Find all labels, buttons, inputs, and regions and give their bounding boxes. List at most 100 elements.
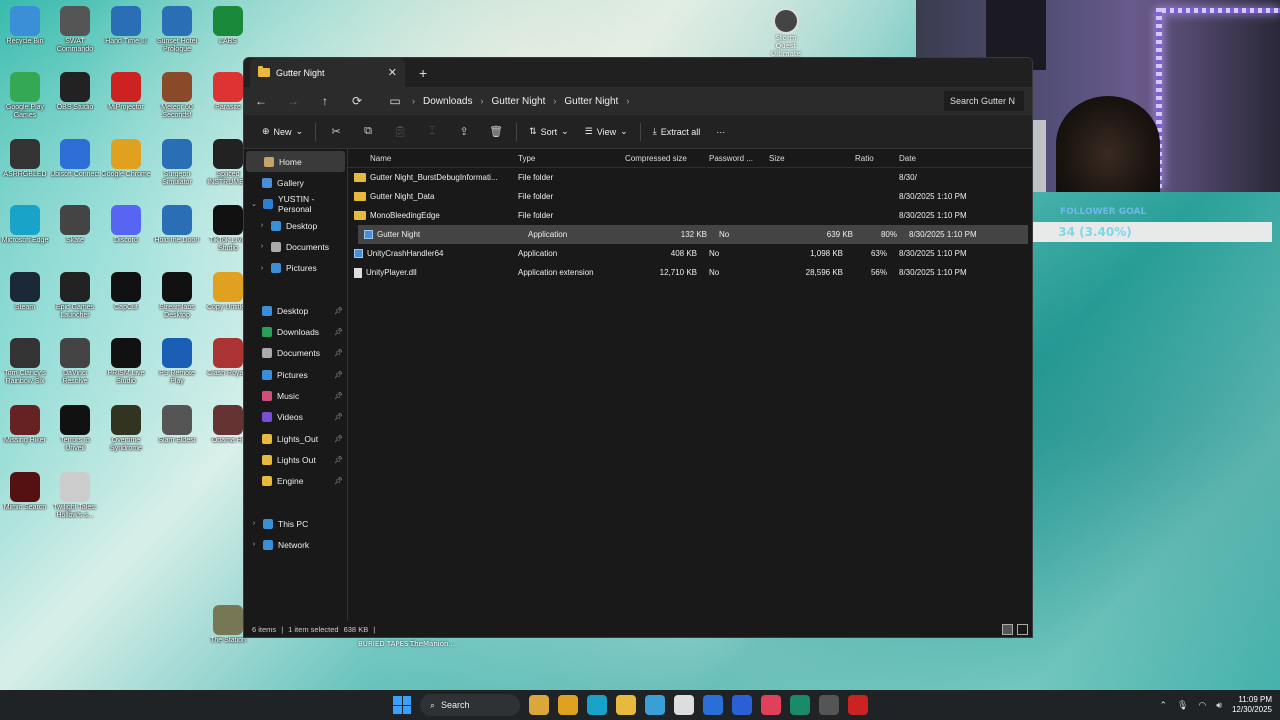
nav-item-downloads[interactable]: Downloads 📌︎	[244, 321, 347, 342]
taskbar-app-icon[interactable]	[616, 695, 636, 715]
taskbar-search[interactable]: ⌕ Search	[420, 694, 520, 716]
desktop-icon[interactable]: LABS	[203, 6, 253, 54]
nav-item-desktop[interactable]: Desktop 📌︎	[244, 300, 347, 321]
taskbar-app-icon[interactable]	[558, 695, 578, 715]
desktop-icon[interactable]: Tom Clancy's Rainbow Six	[0, 338, 50, 386]
microphone-icon[interactable]: 🎙︎	[1177, 700, 1188, 711]
taskbar-app-icon[interactable]	[732, 695, 752, 715]
desktop-icon[interactable]: Meteor 60 Seconds!	[152, 72, 202, 120]
nav-item-videos[interactable]: Videos 📌︎	[244, 407, 347, 428]
more-options-button[interactable]: ···	[708, 120, 733, 144]
desktop-icon[interactable]: Mimic Search	[0, 472, 50, 520]
nav-item-lights-out[interactable]: Lights Out 📌︎	[244, 449, 347, 470]
desktop-icon[interactable]: Terrors to Unveil	[50, 405, 100, 453]
nav-item-desktop[interactable]: › Desktop	[244, 215, 347, 236]
chevron-up-icon[interactable]: ⌃	[1159, 700, 1167, 711]
view-location-icon[interactable]: ▭	[386, 94, 404, 108]
refresh-button[interactable]: ⟳	[348, 94, 366, 108]
taskbar-app-icon[interactable]	[848, 695, 868, 715]
desktop-icon[interactable]: Sunset Hotel Prologue	[152, 6, 202, 54]
copy-icon[interactable]: ⧉	[360, 125, 376, 138]
taskbar-app-icon[interactable]	[703, 695, 723, 715]
nav-item-network[interactable]: › Network	[244, 534, 347, 555]
taskbar-app-icon[interactable]	[819, 695, 839, 715]
desktop-icon[interactable]: Recycle Bin	[0, 6, 50, 54]
share-icon[interactable]: ⇪	[456, 125, 472, 138]
desktop-icon[interactable]: DaVinci Resolve	[50, 338, 100, 386]
delete-icon[interactable]: 🗑︎	[488, 125, 504, 138]
column-header[interactable]: Ratio	[849, 154, 893, 163]
breadcrumb-gutter-night-inner[interactable]: Gutter Night	[564, 96, 618, 107]
tiles-view-icon[interactable]	[1017, 624, 1028, 635]
view-button[interactable]: ☰ View ⌄	[577, 120, 636, 144]
desktop-icon[interactable]: Ubisoft Connect	[50, 139, 100, 187]
nav-item-gallery[interactable]: Gallery	[244, 172, 347, 193]
taskbar-app-icon[interactable]	[761, 695, 781, 715]
column-header[interactable]: Password ...	[703, 154, 763, 163]
table-row[interactable]: UnityPlayer.dll Application extension 12,7…	[348, 263, 1032, 282]
nav-item-lights-out[interactable]: Lights_Out 📌︎	[244, 428, 347, 449]
table-row[interactable]: Gutter Night_Data File folder 8/30/2025 1:…	[348, 187, 1032, 206]
search-input[interactable]: Search Gutter N	[944, 91, 1024, 111]
desktop-icon[interactable]: Hand Time III	[101, 6, 151, 54]
nav-item-this-pc[interactable]: › This PC	[244, 513, 347, 534]
desktop-icon[interactable]: PS Remote Play	[152, 338, 202, 386]
chevron-right-icon[interactable]: ›	[250, 541, 258, 548]
desktop-icon[interactable]: MiProjector	[101, 72, 151, 120]
new-button[interactable]: ⊕ New ⌄	[254, 120, 311, 144]
up-button[interactable]: ↑	[316, 94, 334, 108]
desktop-icon[interactable]: Hold the Door!	[152, 205, 202, 253]
desktop-icon[interactable]: Overtime Syndrome	[101, 405, 151, 453]
taskbar-app-icon[interactable]	[529, 695, 549, 715]
tab-gutter-night[interactable]: Gutter Night ✕	[250, 58, 405, 87]
desktop-icon[interactable]: Google Chrome	[101, 139, 151, 187]
taskbar-app-icon[interactable]	[587, 695, 607, 715]
desktop-icon[interactable]: Epic Games Launcher	[50, 272, 100, 320]
desktop-icon[interactable]: Discord	[101, 205, 151, 253]
taskbar-app-icon[interactable]	[790, 695, 810, 715]
desktop-icon[interactable]: Twilight Tales: Hollow's s...	[50, 472, 100, 520]
details-view-icon[interactable]	[1002, 624, 1013, 635]
desktop-icon[interactable]: Steam	[0, 272, 50, 320]
nav-item-home[interactable]: Home	[246, 151, 345, 173]
desktop-icon-corner[interactable]: Storm Quest Ultimate	[766, 8, 806, 58]
nav-item-pictures[interactable]: Pictures 📌︎	[244, 364, 347, 385]
close-tab-icon[interactable]: ✕	[388, 66, 397, 79]
column-header[interactable]: Date	[893, 154, 973, 163]
chevron-right-icon[interactable]: ›	[258, 222, 266, 229]
table-row[interactable]: Gutter Night Application 132 KB No 639 KB 80%…	[358, 225, 1028, 244]
extract-all-button[interactable]: ⤓ Extract all	[645, 120, 709, 144]
desktop-icon[interactable]: Skate	[50, 205, 100, 253]
back-button[interactable]: ←	[252, 94, 270, 108]
desktop-icon[interactable]: Surgeon Simulator	[152, 139, 202, 187]
rename-icon[interactable]: ⌶	[424, 125, 440, 138]
sort-button[interactable]: ⇅ Sort ⌄	[521, 120, 577, 144]
nav-item-pictures[interactable]: › Pictures	[244, 257, 347, 278]
nav-item-documents[interactable]: Documents 📌︎	[244, 343, 347, 364]
speaker-icon[interactable]: 🔊︎	[1216, 700, 1222, 711]
taskbar-app-icon[interactable]	[674, 695, 694, 715]
column-header[interactable]: Name	[348, 154, 512, 163]
nav-item-yustin-personal[interactable]: ⌄ YUSTIN - Personal	[244, 194, 347, 215]
table-row[interactable]: UnityCrashHandler64 Application 408 KB No 1,…	[348, 244, 1032, 263]
chevron-down-icon[interactable]: ⌄	[250, 200, 258, 208]
cut-icon[interactable]: ✂	[328, 125, 344, 138]
new-tab-button[interactable]: +	[419, 65, 427, 81]
column-header[interactable]: Type	[512, 154, 619, 163]
desktop-icon[interactable]: Google Play Games	[0, 72, 50, 120]
table-row[interactable]: Gutter Night_BurstDebugInformati... File …	[348, 168, 1032, 187]
desktop-icon[interactable]: Missing Hiker	[0, 405, 50, 453]
forward-button[interactable]: →	[284, 94, 302, 108]
table-row[interactable]: MonoBleedingEdge File folder 8/30/2025 1:1…	[348, 206, 1032, 225]
desktop-icon[interactable]: SWAT Commando	[50, 6, 100, 54]
desktop-icon[interactable]: OBS Studio	[50, 72, 100, 120]
breadcrumb-gutter-night[interactable]: Gutter Night	[491, 96, 545, 107]
desktop-icon[interactable]: PRISM Live Studio	[101, 338, 151, 386]
clock[interactable]: 11:09 PM 12/30/2025	[1232, 695, 1272, 715]
nav-item-engine[interactable]: Engine 📌︎	[244, 470, 347, 491]
nav-item-music[interactable]: Music 📌︎	[244, 385, 347, 406]
desktop-icon[interactable]: ASRRGBLED	[0, 139, 50, 187]
paste-icon[interactable]: 📋︎	[392, 125, 408, 138]
desktop-icon[interactable]: Microsoft Edge	[0, 205, 50, 253]
taskbar-app-icon[interactable]	[645, 695, 665, 715]
